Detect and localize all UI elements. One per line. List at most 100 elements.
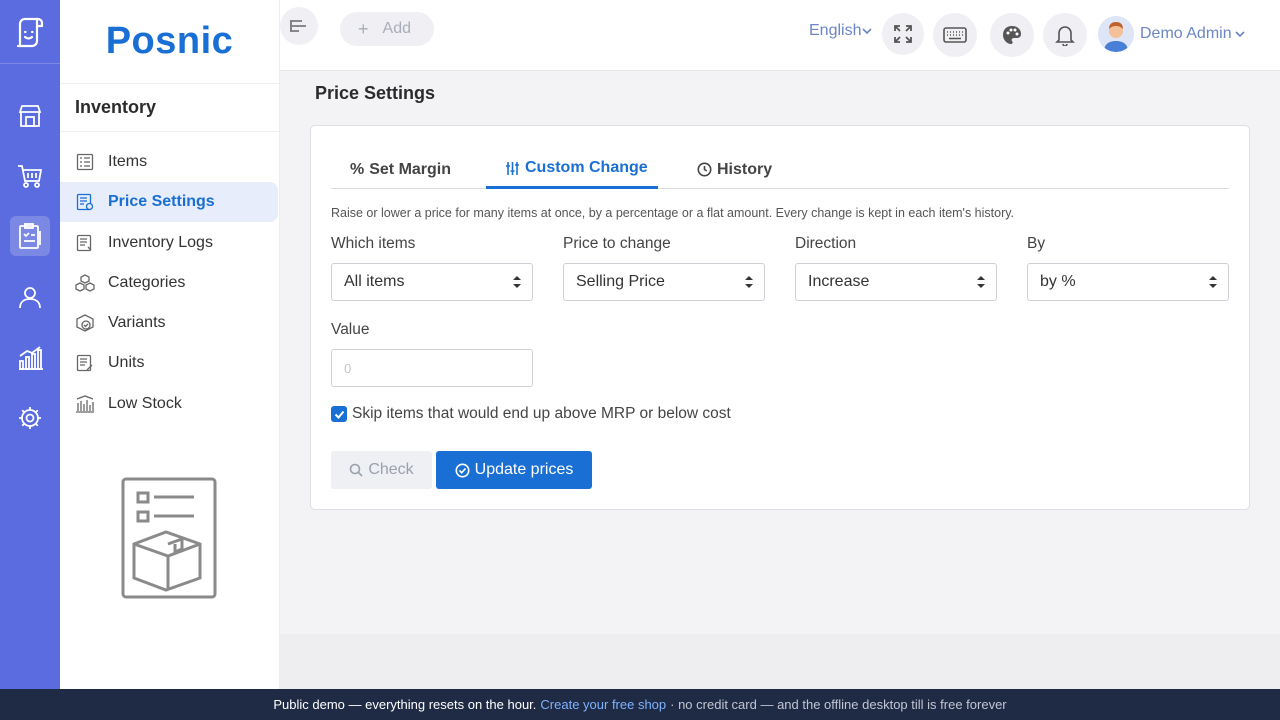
by-value: by %: [1040, 273, 1076, 290]
sidebar-item-price-settings[interactable]: Price Settings: [60, 182, 278, 223]
sidebar-item-label: Items: [108, 153, 148, 170]
price-doc-icon: [76, 194, 94, 211]
inventory-illustration: [120, 476, 218, 605]
secondary-sidebar: Posnic Inventory Items Price Settings In…: [60, 0, 280, 689]
low-stock-icon: [76, 395, 94, 413]
check-button-label: Check: [368, 461, 414, 478]
sidebar-item-label: Units: [108, 354, 145, 372]
value-label: Value: [331, 321, 370, 338]
skip-items-label: Skip items that would end up above MRP o…: [352, 405, 731, 422]
tab-label: Custom Change: [525, 159, 648, 176]
boxes-icon: [75, 274, 95, 292]
app-logo[interactable]: [0, 0, 60, 64]
demo-banner: Public demo — everything resets on the h…: [0, 689, 1280, 720]
sidebar-item-label: Variants: [108, 314, 166, 332]
fullscreen-button[interactable]: [882, 13, 924, 55]
which-items-select[interactable]: All items: [331, 263, 533, 301]
brand-name[interactable]: Posnic: [60, 0, 279, 84]
clock-icon: [697, 162, 712, 177]
update-prices-label: Update prices: [474, 461, 574, 478]
check-button[interactable]: Check: [331, 451, 432, 489]
sidebar-item-label: Categories: [108, 273, 186, 291]
sidebar-item-low-stock[interactable]: Low Stock: [60, 384, 278, 424]
price-to-change-label: Price to change: [563, 235, 671, 252]
language-label: English: [809, 22, 862, 39]
language-select[interactable]: English: [809, 22, 873, 40]
tab-label: Set Margin: [369, 160, 452, 178]
palette-icon: [1003, 26, 1021, 44]
sidebar-item-label: Low Stock: [108, 394, 182, 412]
chevron-down-icon: [1235, 31, 1245, 38]
direction-select[interactable]: Increase: [795, 263, 997, 301]
units-icon: [76, 355, 93, 372]
sidebar-item-units[interactable]: Units: [60, 343, 278, 383]
user-icon: [19, 287, 41, 309]
fullscreen-icon: [894, 25, 912, 43]
by-label: By: [1027, 235, 1046, 252]
chevron-down-icon: [862, 28, 873, 35]
add-button-label: Add: [382, 20, 411, 37]
sliders-icon: [506, 161, 519, 175]
add-button[interactable]: + Add: [340, 12, 434, 46]
gear-icon: [19, 407, 41, 429]
tab-set-margin[interactable]: % Set Margin: [350, 150, 451, 189]
price-to-change-value: Selling Price: [576, 273, 665, 290]
tab-custom-change[interactable]: Custom Change: [486, 150, 658, 189]
rail-store[interactable]: [10, 96, 50, 136]
page-title: Price Settings: [315, 83, 436, 103]
sidebar-item-categories[interactable]: Categories: [60, 263, 278, 303]
menu-lines-icon: [290, 20, 306, 32]
sidebar-item-items[interactable]: Items: [60, 142, 278, 182]
price-to-change-select[interactable]: Selling Price: [563, 263, 765, 301]
search-icon: [350, 463, 363, 477]
rail-users[interactable]: [10, 277, 50, 317]
sidebar-item-label: Price Settings: [108, 193, 215, 211]
updown-caret-icon: [513, 276, 521, 288]
rail-settings[interactable]: [10, 398, 50, 438]
which-items-value: All items: [344, 273, 405, 290]
user-menu[interactable]: Demo Admin: [1098, 16, 1246, 52]
by-select[interactable]: by %: [1027, 263, 1229, 301]
banner-tail: · no credit card — and the offline deskt…: [670, 697, 1007, 712]
percent-icon: %: [350, 160, 365, 178]
clipboard-icon: [19, 223, 41, 249]
tab-history[interactable]: History: [697, 150, 772, 189]
sidebar-item-variants[interactable]: Variants: [60, 303, 278, 343]
rail-reports[interactable]: [10, 338, 50, 378]
store-icon: [18, 105, 42, 127]
create-shop-link[interactable]: Create your free shop: [540, 697, 666, 712]
updown-caret-icon: [1209, 276, 1217, 288]
log-icon: [76, 234, 92, 251]
value-input[interactable]: [331, 349, 533, 387]
rail-cart[interactable]: [10, 156, 50, 196]
keyboard-shortcuts-button[interactable]: [933, 13, 977, 57]
chart-icon: [19, 346, 43, 370]
check-icon: [334, 410, 344, 419]
logo-icon: [16, 17, 44, 47]
tabs: % Set Margin Custom Change History: [331, 150, 1229, 189]
user-name: Demo Admin: [1140, 25, 1232, 42]
direction-value: Increase: [808, 273, 870, 290]
skip-items-checkbox[interactable]: [331, 406, 347, 422]
update-prices-button[interactable]: Update prices: [436, 451, 592, 489]
plus-icon: +: [358, 18, 369, 39]
icon-rail: [0, 0, 60, 689]
clipboard-box-icon: [121, 477, 217, 599]
check-circle-icon: [455, 463, 470, 477]
theme-button[interactable]: [990, 13, 1034, 57]
updown-caret-icon: [745, 276, 753, 288]
top-header: + Add English Demo Admin: [280, 0, 1280, 71]
which-items-label: Which items: [331, 235, 416, 252]
variant-icon: [76, 314, 94, 332]
sidebar-item-label: Inventory Logs: [108, 233, 213, 251]
sidebar-toggle-button[interactable]: [280, 7, 318, 45]
tab-label: History: [717, 160, 773, 178]
sidebar-title: Inventory: [60, 84, 279, 132]
description-text: Raise or lower a price for many items at…: [331, 206, 1015, 220]
list-icon: [76, 153, 94, 171]
sidebar-item-inventory-logs[interactable]: Inventory Logs: [60, 223, 278, 263]
notifications-button[interactable]: [1043, 13, 1087, 57]
rail-inventory[interactable]: [10, 216, 50, 256]
skip-items-checkbox-row[interactable]: Skip items that would end up above MRP o…: [331, 405, 731, 423]
avatar: [1098, 16, 1134, 52]
